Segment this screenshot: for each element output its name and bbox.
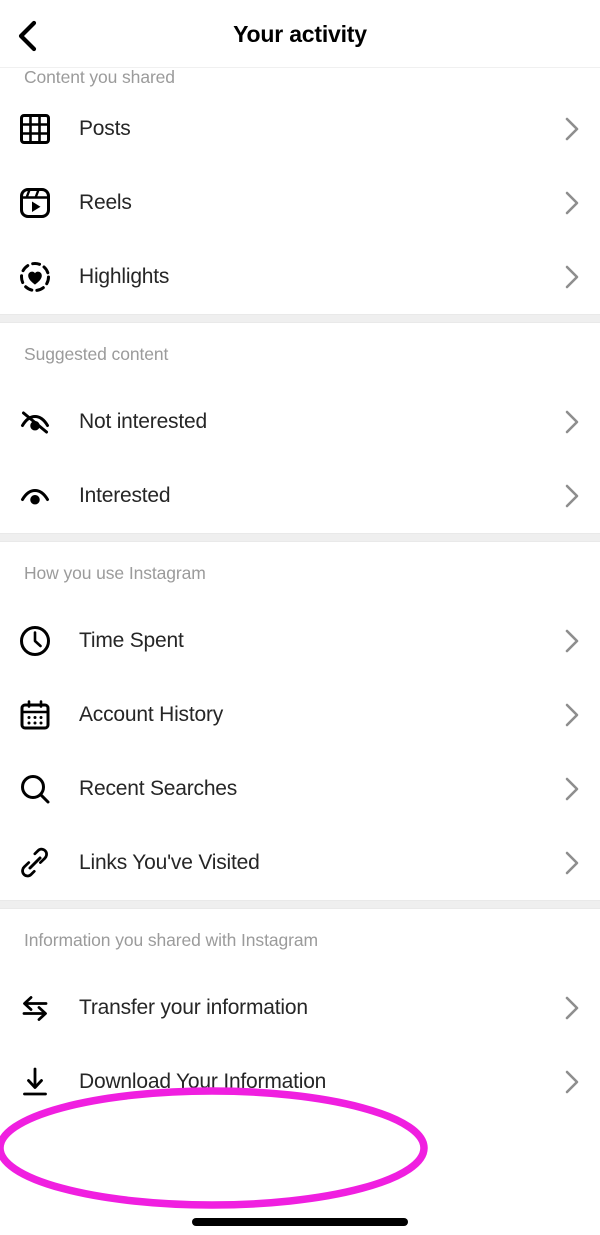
row-time-spent[interactable]: Time Spent xyxy=(0,604,600,678)
row-recent-searches[interactable]: Recent Searches xyxy=(0,752,600,826)
chevron-right-icon xyxy=(544,408,600,436)
row-account-history[interactable]: Account History xyxy=(0,678,600,752)
row-label: Not interested xyxy=(79,410,207,433)
row-label: Highlights xyxy=(79,265,170,288)
eye-icon xyxy=(18,479,70,513)
row-interested[interactable]: Interested xyxy=(0,459,600,533)
row-label: Download Your Information xyxy=(79,1070,327,1093)
row-label: Transfer your information xyxy=(79,996,308,1019)
row-label: Posts xyxy=(79,117,131,140)
page-title: Your activity xyxy=(233,20,367,47)
transfer-arrows-icon xyxy=(18,991,70,1025)
row-label: Recent Searches xyxy=(79,777,238,800)
section-suggested-content: Suggested content Not interested Interes… xyxy=(0,323,600,533)
row-links-youve-visited[interactable]: Links You've Visited xyxy=(0,826,600,900)
chevron-right-icon xyxy=(544,994,600,1022)
chevron-right-icon xyxy=(544,627,600,655)
row-not-interested[interactable]: Not interested xyxy=(0,385,600,459)
section-information-you-shared: Information you shared with Instagram Tr… xyxy=(0,909,600,1119)
chevron-right-icon xyxy=(544,849,600,877)
row-highlights[interactable]: Highlights xyxy=(0,240,600,314)
row-reels[interactable]: Reels xyxy=(0,166,600,240)
section-divider xyxy=(0,900,600,909)
chevron-right-icon xyxy=(544,115,600,143)
section-content-you-shared: Content you shared Posts Reels Highlight… xyxy=(0,62,600,314)
download-icon xyxy=(18,1065,70,1099)
row-label: Interested xyxy=(79,484,171,507)
chevron-right-icon xyxy=(544,263,600,291)
chevron-right-icon xyxy=(544,1068,600,1096)
row-transfer-your-information[interactable]: Transfer your information xyxy=(0,971,600,1045)
section-title: Content you shared xyxy=(24,66,175,87)
row-label: Time Spent xyxy=(79,629,184,652)
section-divider xyxy=(0,533,600,542)
settings-list: Content you shared Posts Reels Highlight… xyxy=(0,67,600,1119)
row-download-your-information[interactable]: Download Your Information xyxy=(0,1045,600,1119)
chevron-right-icon xyxy=(544,482,600,510)
row-posts[interactable]: Posts xyxy=(0,92,600,166)
chevron-right-icon xyxy=(544,701,600,729)
home-indicator xyxy=(192,1218,408,1226)
row-label: Links You've Visited xyxy=(79,851,260,874)
section-title: Information you shared with Instagram xyxy=(24,929,318,950)
search-icon xyxy=(18,772,70,806)
section-how-you-use-instagram: How you use Instagram Time Spent Account… xyxy=(0,542,600,900)
row-label: Account History xyxy=(79,703,224,726)
section-divider xyxy=(0,314,600,323)
app-header: Your activity xyxy=(0,0,600,68)
highlights-heart-icon xyxy=(18,260,70,294)
eye-off-icon xyxy=(18,405,70,439)
chevron-right-icon xyxy=(544,775,600,803)
reels-icon xyxy=(18,186,70,220)
chevron-right-icon xyxy=(544,189,600,217)
link-icon xyxy=(18,846,70,880)
grid-icon xyxy=(18,112,70,146)
clock-icon xyxy=(18,624,70,658)
calendar-icon xyxy=(18,698,70,732)
row-label: Reels xyxy=(79,191,132,214)
instagram-your-activity-screen: Your activity Content you shared Posts R… xyxy=(0,0,600,1235)
section-title: Suggested content xyxy=(24,343,169,364)
section-title: How you use Instagram xyxy=(24,562,206,583)
